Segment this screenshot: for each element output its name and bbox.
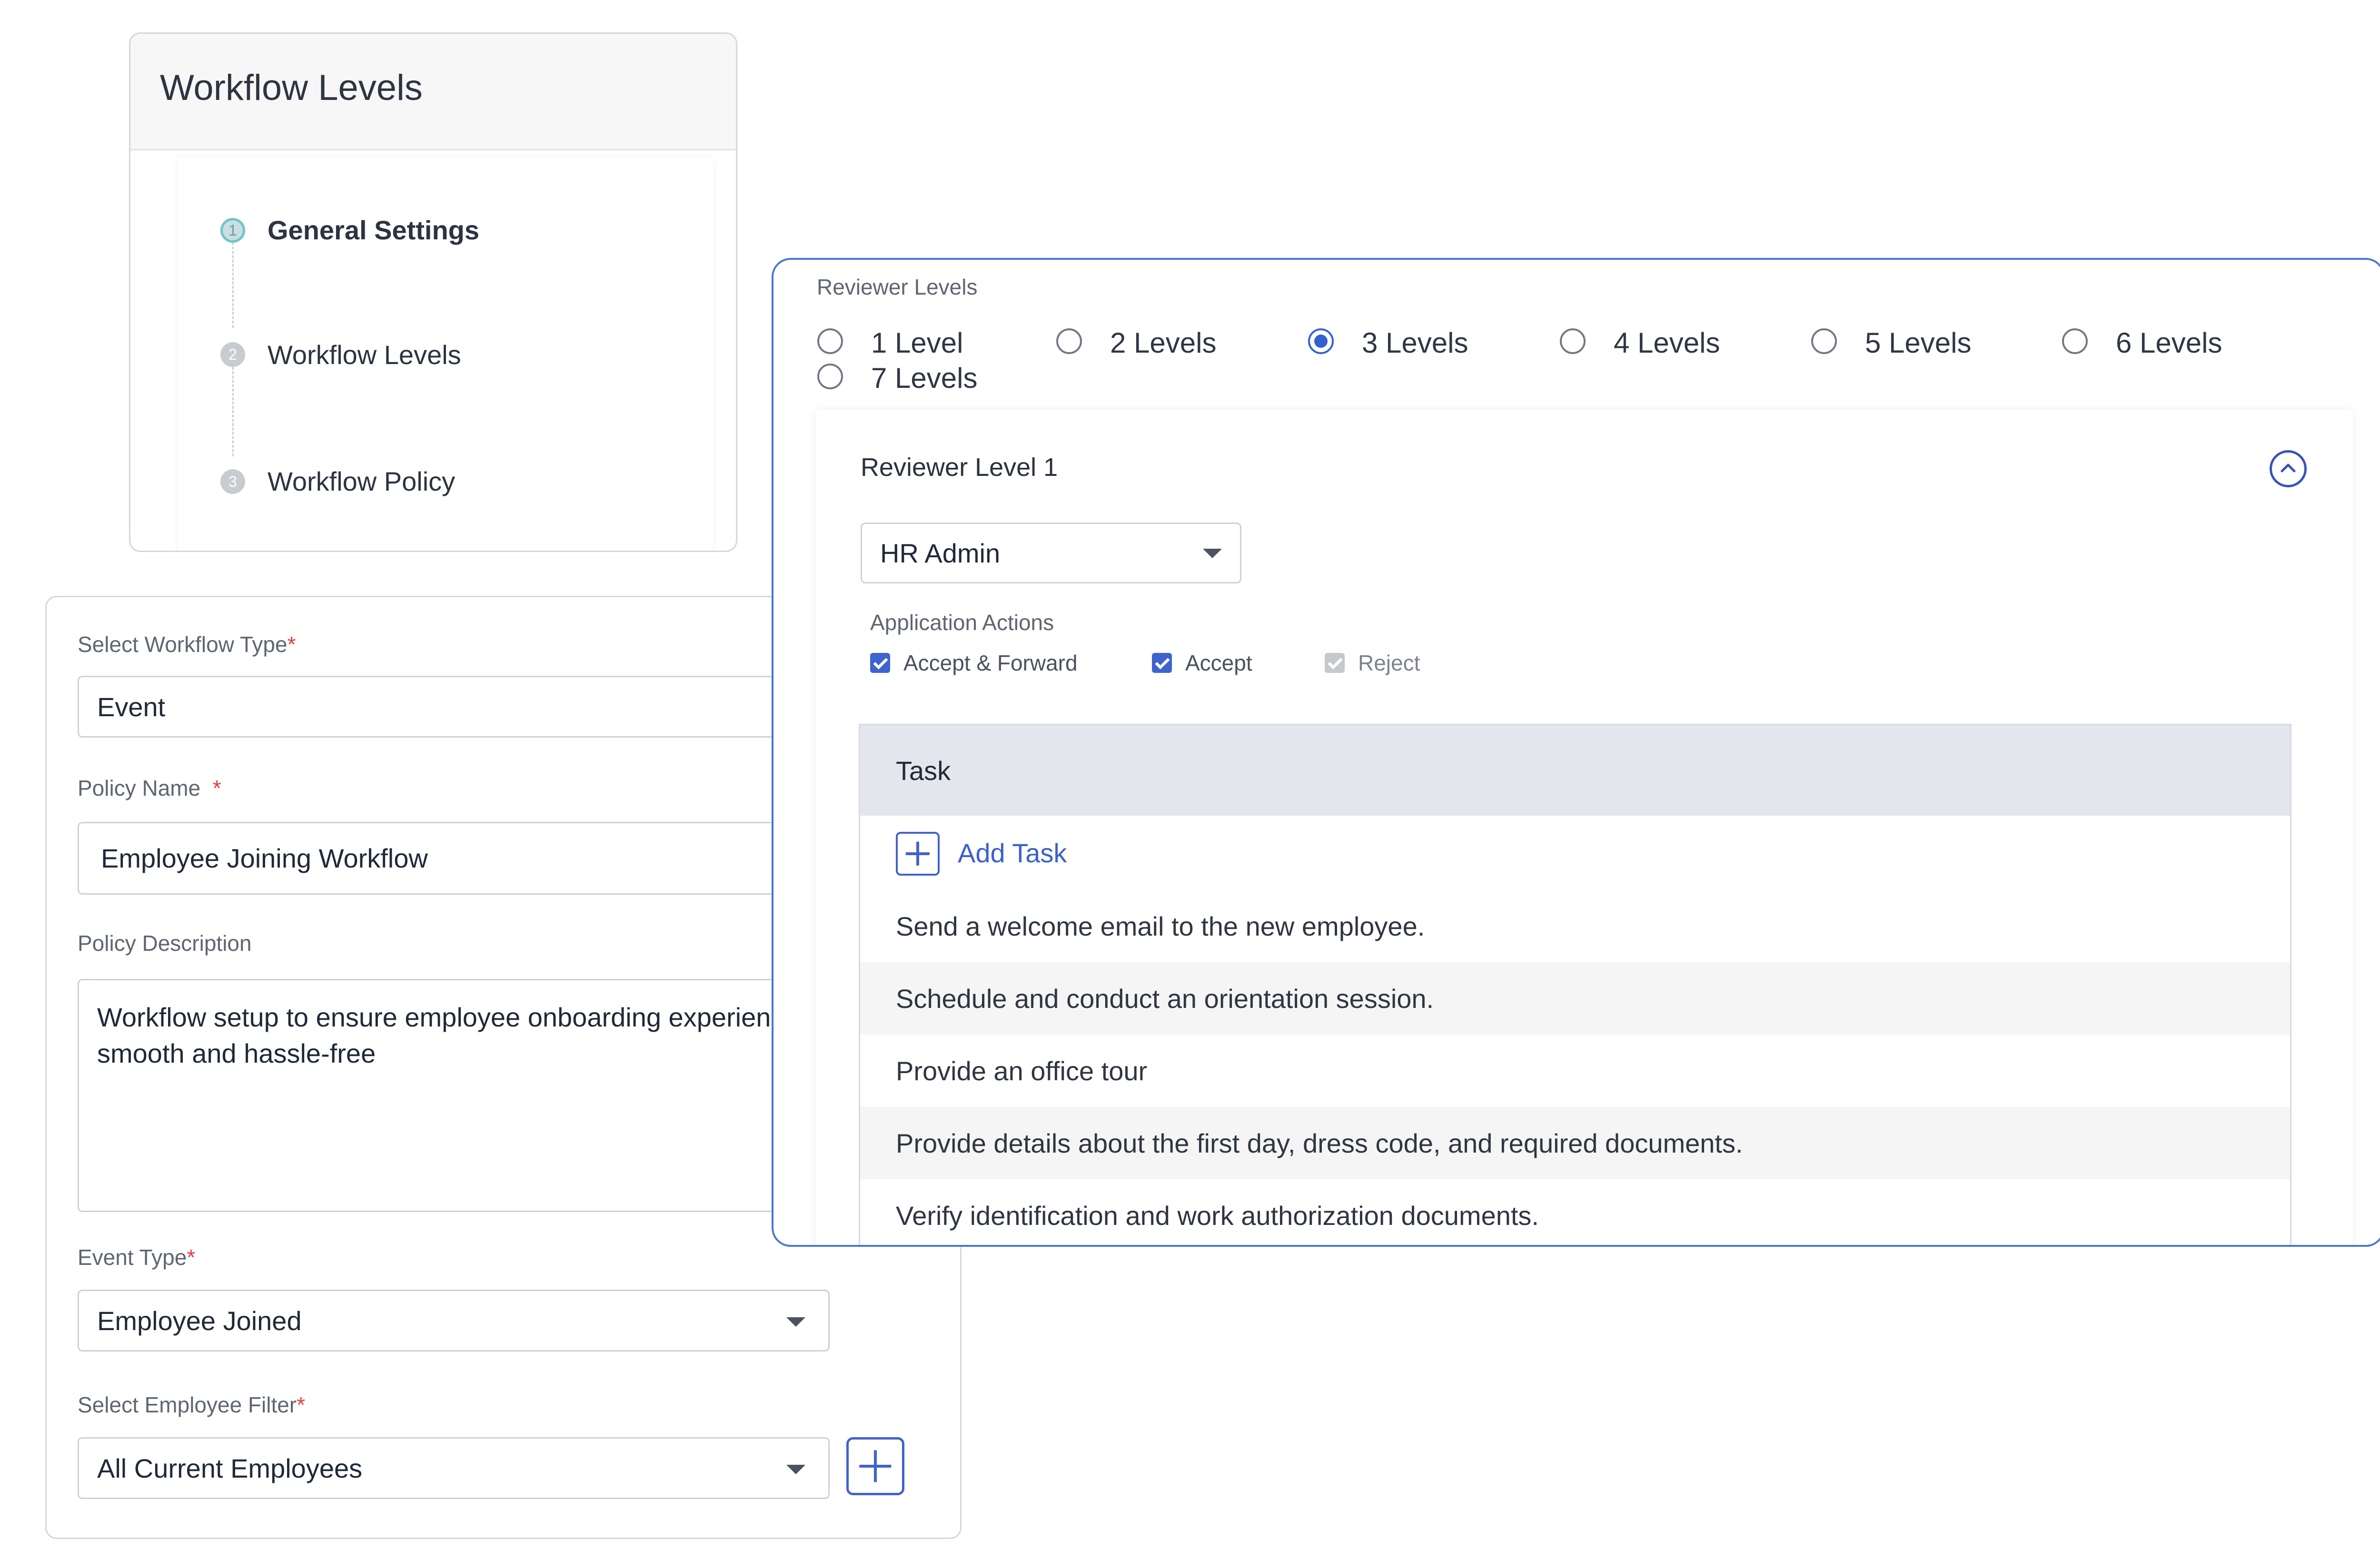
radio-button[interactable] bbox=[2062, 328, 2088, 354]
radio-label: 3 Levels bbox=[1362, 327, 1468, 359]
checkbox-label: Accept & Forward bbox=[903, 651, 1078, 675]
required-mark: * bbox=[212, 776, 221, 800]
required-mark: * bbox=[287, 632, 296, 657]
add-task-label: Add Task bbox=[958, 838, 1067, 868]
step-1-indicator: 1 bbox=[220, 218, 245, 243]
checkbox-label: Accept bbox=[1185, 651, 1252, 675]
required-mark: * bbox=[187, 1245, 196, 1270]
employee-filter-select[interactable]: All Current Employees bbox=[78, 1437, 830, 1499]
radio-label: 6 Levels bbox=[2116, 327, 2222, 359]
application-actions-label: Application Actions bbox=[870, 610, 1054, 635]
policy-description-line-1: Workflow setup to ensure employee onboar… bbox=[97, 1002, 771, 1032]
task-row[interactable]: Send a welcome email to the new employee… bbox=[860, 890, 2290, 962]
radio-button[interactable] bbox=[817, 328, 843, 354]
stepper-title: Workflow Levels bbox=[160, 68, 423, 108]
collapse-button[interactable] bbox=[2270, 450, 2307, 487]
task-table-header: Task bbox=[860, 725, 2290, 816]
task-table: Task Add Task Send a welcome email to th… bbox=[859, 724, 2291, 1245]
policy-description-line-2: smooth and hassle-free bbox=[97, 1038, 376, 1068]
workflow-type-select[interactable]: Event bbox=[78, 676, 868, 738]
policy-name-input[interactable]: Employee Joining Workflow bbox=[78, 822, 868, 895]
step-connector bbox=[232, 242, 234, 328]
radio-button[interactable] bbox=[1560, 328, 1586, 354]
checkbox-checked[interactable] bbox=[870, 653, 890, 673]
step-general-settings[interactable]: General Settings bbox=[268, 215, 479, 246]
step-workflow-policy[interactable]: Workflow Policy bbox=[268, 466, 455, 497]
reviewer-level-title: Reviewer Level 1 bbox=[861, 453, 1058, 482]
workflow-type-label: Select Workflow Type* bbox=[78, 631, 296, 657]
policy-description-label: Policy Description bbox=[78, 931, 252, 956]
event-type-label: Event Type* bbox=[78, 1244, 195, 1270]
stepper-card: Workflow Levels 1 General Settings 2 Wor… bbox=[129, 32, 737, 552]
employee-filter-label-text: Select Employee Filter bbox=[78, 1392, 297, 1417]
plus-icon bbox=[896, 832, 940, 876]
reviewer-levels-card: Reviewer Levels 1 Level 2 Levels 3 Level… bbox=[772, 258, 2380, 1247]
radio-button[interactable] bbox=[1811, 328, 1837, 354]
workflow-type-label-text: Select Workflow Type bbox=[78, 632, 288, 657]
policy-name-label-text: Policy Name bbox=[78, 776, 201, 800]
chevron-down-icon bbox=[786, 1465, 805, 1474]
checkbox-checked[interactable] bbox=[1152, 653, 1172, 673]
step-workflow-levels[interactable]: Workflow Levels bbox=[268, 339, 461, 370]
employee-filter-value: All Current Employees bbox=[97, 1453, 363, 1483]
checkbox-disabled bbox=[1325, 653, 1345, 673]
radio-label: 2 Levels bbox=[1110, 327, 1217, 359]
radio-button-selected[interactable] bbox=[1308, 328, 1334, 354]
reviewer-role-value: HR Admin bbox=[880, 538, 1001, 568]
step-3-indicator: 3 bbox=[220, 469, 245, 494]
event-type-value: Employee Joined bbox=[97, 1305, 302, 1336]
checkbox-label: Reject bbox=[1358, 651, 1420, 675]
plus-icon bbox=[849, 1440, 902, 1493]
reviewer-role-select[interactable]: HR Admin bbox=[861, 523, 1241, 583]
radio-button[interactable] bbox=[817, 364, 843, 389]
radio-label: 7 Levels bbox=[871, 362, 978, 394]
policy-name-label: Policy Name * bbox=[78, 775, 221, 801]
radio-label: 5 Levels bbox=[1865, 327, 1972, 359]
task-row[interactable]: Verify identification and work authoriza… bbox=[860, 1179, 2290, 1245]
policy-description-textarea[interactable]: Workflow setup to ensure employee onboar… bbox=[78, 979, 868, 1212]
task-row[interactable]: Schedule and conduct an orientation sess… bbox=[860, 962, 2290, 1035]
chevron-up-icon bbox=[2281, 464, 2296, 473]
required-mark: * bbox=[297, 1392, 306, 1417]
stepper-steps: 1 General Settings 2 Workflow Levels 3 W… bbox=[178, 158, 713, 551]
task-row[interactable]: Provide details about the first day, dre… bbox=[860, 1107, 2290, 1179]
chevron-down-icon bbox=[786, 1317, 805, 1327]
step-2-indicator: 2 bbox=[220, 342, 245, 367]
add-filter-button[interactable] bbox=[846, 1437, 904, 1495]
step-connector bbox=[232, 367, 234, 456]
event-type-select[interactable]: Employee Joined bbox=[78, 1290, 830, 1352]
radio-button[interactable] bbox=[1056, 328, 1082, 354]
stepper-header: Workflow Levels bbox=[130, 34, 736, 150]
event-type-label-text: Event Type bbox=[78, 1245, 187, 1270]
task-row[interactable]: Provide an office tour bbox=[860, 1035, 2290, 1107]
reviewer-levels-label: Reviewer Levels bbox=[817, 275, 978, 299]
radio-label: 1 Level bbox=[871, 327, 963, 359]
radio-label: 4 Levels bbox=[1614, 327, 1720, 359]
employee-filter-label: Select Employee Filter* bbox=[78, 1392, 305, 1418]
chevron-down-icon bbox=[1203, 549, 1222, 558]
